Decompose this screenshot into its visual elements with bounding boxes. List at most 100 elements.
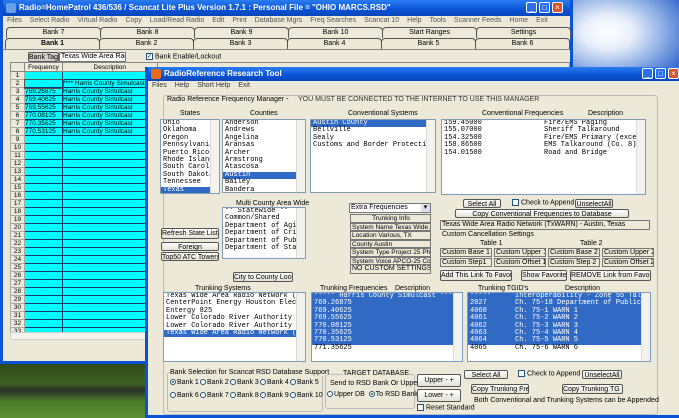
description-cell[interactable] (62, 255, 158, 264)
description-cell[interactable] (62, 207, 158, 216)
frequency-cell[interactable] (24, 143, 63, 152)
description-cell[interactable] (62, 191, 158, 200)
menu-item[interactable]: Copy (125, 17, 141, 24)
description-cell[interactable] (62, 175, 158, 184)
menu-item[interactable]: Print (232, 17, 246, 24)
menu-item[interactable]: Home (509, 17, 528, 24)
menu-item[interactable]: Select Radio (30, 17, 70, 24)
close-button[interactable]: × (552, 2, 563, 13)
tab-bank-8[interactable]: Bank 8 (100, 27, 195, 38)
frequency-cell[interactable] (24, 319, 63, 328)
menu-item[interactable]: Files (7, 17, 22, 24)
rr-minimize-button[interactable]: _ (642, 68, 653, 79)
menu-item[interactable]: Help (175, 82, 189, 89)
description-cell[interactable]: Harris County Simulcast (62, 127, 158, 136)
description-cell[interactable] (62, 287, 158, 296)
frequency-cell[interactable] (24, 183, 63, 192)
description-cell[interactable]: Harris County Simulcast (62, 119, 158, 128)
horizontal-scrollbar[interactable] (10, 332, 148, 340)
menu-item[interactable]: Freq Searches (310, 17, 356, 24)
tab-bank-6[interactable]: Bank 6 (475, 38, 570, 49)
description-cell[interactable] (62, 183, 158, 192)
menu-item[interactable]: Exit (536, 17, 548, 24)
description-cell[interactable] (62, 311, 158, 320)
main-titlebar[interactable]: Radio=HomePatrol 436/536 / Scancat Lite … (3, 0, 570, 16)
tab-bank-4[interactable]: Bank 4 (287, 38, 382, 49)
description-cell[interactable] (62, 303, 158, 312)
frequency-cell[interactable] (24, 239, 63, 248)
frequency-cell[interactable]: 770.08125 (24, 111, 63, 120)
tab-bank-9[interactable]: Bank 9 (194, 27, 289, 38)
frequency-cell[interactable]: 769.40625 (24, 95, 63, 104)
frequency-cell[interactable] (24, 279, 63, 288)
frequency-cell[interactable]: 769.55625 (24, 103, 63, 112)
description-cell[interactable] (62, 223, 158, 232)
frequency-cell[interactable] (24, 135, 63, 144)
description-cell[interactable] (62, 143, 158, 152)
menu-item[interactable]: Virtual Radio (77, 17, 117, 24)
header-description[interactable]: Description (62, 62, 158, 72)
frequency-cell[interactable] (24, 199, 63, 208)
frequency-cell[interactable] (24, 223, 63, 232)
minimize-button[interactable]: _ (526, 2, 537, 13)
frequency-cell[interactable] (24, 263, 63, 272)
menu-item[interactable]: Load/Read Radio (150, 17, 205, 24)
tab-bank-10[interactable]: Bank 10 (288, 27, 383, 38)
frequency-cell[interactable] (24, 71, 63, 80)
bank-tags-button[interactable]: Bank Tags (28, 52, 59, 62)
frequency-cell[interactable]: 769.26875 (24, 87, 63, 96)
menu-item[interactable]: Tools (430, 17, 446, 24)
menu-item[interactable]: Database Mgrs (255, 17, 302, 24)
rr-close-button[interactable]: × (668, 68, 679, 79)
menu-item[interactable]: Edit (212, 17, 224, 24)
description-cell[interactable] (62, 151, 158, 160)
description-cell[interactable]: Harris County Simulcast (62, 111, 158, 120)
tab-bank-2[interactable]: Bank 2 (99, 38, 194, 49)
frequency-cell[interactable] (24, 207, 63, 216)
tab-start-ranges[interactable]: Start Ranges (382, 27, 477, 38)
frequency-cell[interactable]: 770.53125 (24, 127, 63, 136)
description-cell[interactable] (62, 167, 158, 176)
frequency-cell[interactable] (24, 231, 63, 240)
description-cell[interactable] (62, 247, 158, 256)
rr-maximize-button[interactable]: □ (655, 68, 666, 79)
frequency-cell[interactable]: 770.35625 (24, 119, 63, 128)
description-cell[interactable] (62, 271, 158, 280)
rr-titlebar[interactable]: RadioReference Research Tool (148, 67, 679, 81)
description-cell[interactable] (62, 295, 158, 304)
description-cell[interactable] (62, 159, 158, 168)
bank-enable-checkbox[interactable]: ✓ Bank Enable/Lockout (146, 53, 221, 60)
description-cell[interactable]: Harris County Simulcast (62, 103, 158, 112)
menu-item[interactable]: Files (152, 82, 167, 89)
description-cell[interactable] (62, 279, 158, 288)
menu-item[interactable]: Exit (238, 82, 250, 89)
bank-tag-input[interactable]: Texas Wide Area Radio 1 (59, 52, 126, 62)
frequency-cell[interactable] (24, 191, 63, 200)
frequency-cell[interactable] (24, 311, 63, 320)
frequency-cell[interactable] (24, 287, 63, 296)
frequency-cell[interactable] (24, 167, 63, 176)
menu-item[interactable]: Scanner Feeds (454, 17, 501, 24)
tab-settings[interactable]: Settings (476, 27, 571, 38)
description-cell[interactable] (62, 135, 158, 144)
frequency-cell[interactable] (24, 271, 63, 280)
frequency-cell[interactable] (23, 78, 64, 89)
description-cell[interactable]: Harris County Simulcast (62, 87, 158, 96)
tab-bank-7[interactable]: Bank 7 (6, 27, 101, 38)
description-cell[interactable] (62, 199, 158, 208)
menu-item[interactable]: Help (407, 17, 421, 24)
description-cell[interactable] (62, 239, 158, 248)
frequency-cell[interactable] (24, 151, 63, 160)
frequency-cell[interactable] (24, 303, 63, 312)
description-cell[interactable] (62, 71, 158, 80)
description-cell[interactable] (62, 263, 158, 272)
frequency-cell[interactable] (24, 215, 63, 224)
frequency-cell[interactable] (24, 247, 63, 256)
description-cell[interactable]: Harris County Simulcast (62, 95, 158, 104)
description-cell[interactable] (62, 319, 158, 328)
tab-bank-1[interactable]: Bank 1 (5, 38, 100, 49)
header-frequency[interactable]: Frequency (24, 62, 63, 72)
frequency-cell[interactable] (24, 295, 63, 304)
frequency-cell[interactable] (24, 255, 63, 264)
frequency-cell[interactable] (24, 159, 63, 168)
